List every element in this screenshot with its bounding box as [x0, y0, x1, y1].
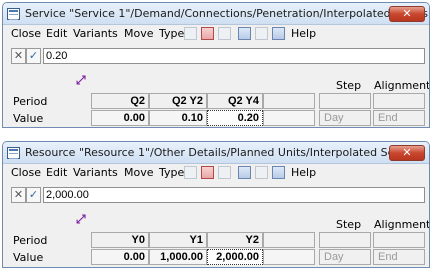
accept-icon[interactable]: ✓ [26, 48, 41, 64]
value-label: Value [13, 251, 44, 264]
value-label: Value [13, 112, 44, 125]
step-empty-cell [319, 232, 371, 248]
accept-icon[interactable]: ✓ [26, 187, 41, 203]
value-input[interactable]: 0.20 [43, 48, 425, 64]
period-label: Period [13, 95, 48, 108]
period-label: Period [13, 234, 48, 247]
expand-icon[interactable]: ⤢ [76, 74, 88, 86]
sheet-icon[interactable] [255, 166, 268, 179]
menu-edit[interactable]: Edit [46, 27, 67, 40]
period-cell[interactable]: Y1 [149, 232, 207, 248]
chart-icon[interactable] [184, 27, 197, 40]
alignment-value[interactable]: End [373, 249, 425, 265]
cancel-icon[interactable]: ✕ [11, 187, 26, 203]
expand-icon[interactable]: ⤢ [76, 213, 88, 225]
menu-bar: Close Edit Variants Move Type Help [3, 25, 429, 43]
menu-type[interactable]: Type [159, 166, 184, 179]
period-cell[interactable]: Y0 [91, 232, 149, 248]
period-cell[interactable]: Q2 [91, 93, 149, 109]
empty-value-cell [263, 110, 315, 126]
period-cell[interactable]: Q2 Y4 [207, 93, 263, 109]
series-grid: ⤢ Step Alignment Period Q2 Q2 Y2 Q2 Y4 V… [3, 73, 430, 127]
menu-move[interactable]: Move [124, 27, 154, 40]
period-cell[interactable]: Q2 Y2 [149, 93, 207, 109]
value-cell-selected[interactable]: 0.20 [207, 110, 263, 126]
title-bar[interactable]: Service "Service 1"/Demand/Connections/P… [3, 3, 429, 25]
menu-help[interactable]: Help [291, 27, 316, 40]
table-icon[interactable] [218, 27, 231, 40]
value-input[interactable]: 2,000.00 [43, 187, 425, 203]
sheet-icon[interactable] [255, 27, 268, 40]
table-icon[interactable] [218, 166, 231, 179]
menu-variants[interactable]: Variants [73, 27, 118, 40]
value-cell[interactable]: 0.00 [91, 249, 149, 265]
graph-icon[interactable] [201, 166, 214, 179]
empty-value-cell [263, 249, 315, 265]
window-icon [7, 147, 20, 159]
edit-row: ✕ ✓ 2,000.00 [11, 187, 427, 205]
cancel-icon[interactable]: ✕ [11, 48, 26, 64]
copy-icon[interactable] [238, 27, 251, 40]
copy-icon[interactable] [238, 166, 251, 179]
period-cell[interactable]: Y2 [207, 232, 263, 248]
graph-icon[interactable] [201, 27, 214, 40]
chart-icon[interactable] [184, 166, 197, 179]
alignment-empty-cell [373, 232, 425, 248]
menu-bar: Close Edit Variants Move Type Help [3, 164, 429, 182]
alignment-value[interactable]: End [373, 110, 425, 126]
value-cell[interactable]: 1,000.00 [149, 249, 207, 265]
menu-type[interactable]: Type [159, 27, 184, 40]
menu-move[interactable]: Move [124, 166, 154, 179]
step-empty-cell [319, 93, 371, 109]
series-grid: ⤢ Step Alignment Period Y0 Y1 Y2 Value 0… [3, 212, 430, 267]
alignment-empty-cell [373, 93, 425, 109]
menu-edit[interactable]: Edit [46, 166, 67, 179]
resource-series-window: Resource "Resource 1"/Other Details/Plan… [2, 141, 430, 268]
alignment-header: Alignment [374, 79, 430, 92]
step-header: Step [336, 79, 362, 92]
step-value[interactable]: Day [319, 110, 371, 126]
alignment-header: Alignment [374, 218, 430, 231]
value-cell[interactable]: 0.00 [91, 110, 149, 126]
menu-help[interactable]: Help [291, 166, 316, 179]
empty-cell [263, 93, 315, 109]
window-icon [7, 8, 20, 20]
paste-icon[interactable] [272, 27, 285, 40]
step-value[interactable]: Day [319, 249, 371, 265]
edit-row: ✕ ✓ 0.20 [11, 48, 427, 66]
close-button[interactable]: ✕ [389, 145, 425, 161]
service-series-window: Service "Service 1"/Demand/Connections/P… [2, 2, 430, 128]
value-cell[interactable]: 0.10 [149, 110, 207, 126]
menu-close[interactable]: Close [11, 27, 41, 40]
paste-icon[interactable] [272, 166, 285, 179]
window-title: Service "Service 1"/Demand/Connections/P… [25, 7, 428, 20]
value-cell-selected[interactable]: 2,000.00 [207, 249, 263, 265]
step-header: Step [336, 218, 362, 231]
menu-close[interactable]: Close [11, 166, 41, 179]
close-button[interactable]: ✕ [389, 6, 425, 22]
menu-variants[interactable]: Variants [73, 166, 118, 179]
window-title: Resource "Resource 1"/Other Details/Plan… [25, 146, 415, 159]
empty-cell [263, 232, 315, 248]
title-bar[interactable]: Resource "Resource 1"/Other Details/Plan… [3, 142, 429, 164]
